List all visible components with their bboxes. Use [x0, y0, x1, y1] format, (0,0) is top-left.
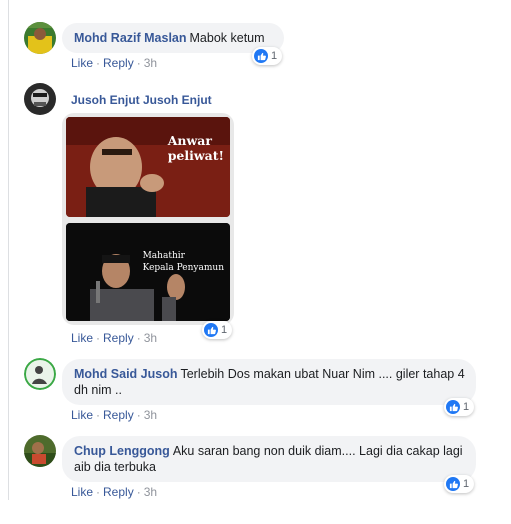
reply-link[interactable]: Reply	[103, 331, 134, 345]
thumbs-up-icon	[254, 49, 268, 63]
avatar[interactable]	[24, 83, 56, 115]
comment-author[interactable]: Mohd Razif Maslan	[74, 31, 187, 45]
like-link[interactable]: Like	[71, 485, 93, 499]
reply-link[interactable]: Reply	[103, 56, 134, 70]
thread-line	[8, 0, 9, 500]
reaction-count: 1	[221, 324, 228, 336]
reaction-badge[interactable]: 1	[202, 321, 233, 339]
comment-actions: Like · Reply · 3h	[71, 485, 158, 499]
like-link[interactable]: Like	[71, 56, 93, 70]
comment-bubble: Mohd Razif Maslan Mabok ketum	[62, 23, 284, 53]
avatar-image	[24, 22, 56, 54]
meme-panel-bottom: Mahathir Kepala Penyamun	[66, 223, 230, 321]
reaction-count: 1	[271, 50, 278, 62]
thumbs-up-icon	[446, 400, 460, 414]
reaction-badge[interactable]: 1	[444, 398, 475, 416]
timestamp[interactable]: 3h	[144, 485, 157, 499]
timestamp[interactable]: 3h	[144, 331, 157, 345]
like-link[interactable]: Like	[71, 331, 93, 345]
reaction-count: 1	[463, 401, 470, 413]
avatar-image	[24, 83, 56, 115]
comment-author[interactable]: Mohd Said Jusoh	[74, 367, 177, 381]
comment-bubble: Chup Lenggong Aku saran bang non duik dia…	[62, 436, 476, 482]
timestamp[interactable]: 3h	[144, 408, 157, 422]
reaction-badge[interactable]: 1	[252, 47, 283, 65]
reply-link[interactable]: Reply	[103, 485, 134, 499]
avatar[interactable]	[24, 435, 56, 467]
meme-panel-top: Anwar peliwat!	[66, 117, 230, 217]
reply-link[interactable]: Reply	[103, 408, 134, 422]
thumbs-up-icon	[204, 323, 218, 337]
thumbs-up-icon	[446, 477, 460, 491]
avatar-image	[24, 435, 56, 467]
avatar-image	[24, 358, 56, 390]
comment-author[interactable]: Chup Lenggong	[74, 444, 170, 458]
timestamp[interactable]: 3h	[144, 56, 157, 70]
comment-actions: Like · Reply · 3h	[71, 56, 158, 70]
comment-bubble: Mohd Said Jusoh Terlebih Dos makan ubat N…	[62, 359, 476, 405]
reaction-count: 1	[463, 478, 470, 490]
comment-text: Mabok ketum	[189, 31, 265, 45]
meme-caption-top: Anwar peliwat!	[167, 133, 224, 163]
meme-caption-bottom: Mahathir Kepala Penyamun	[142, 251, 224, 273]
reaction-badge[interactable]: 1	[444, 475, 475, 493]
avatar[interactable]	[24, 358, 56, 390]
comment-actions: Like · Reply · 3h	[71, 408, 158, 422]
avatar[interactable]	[24, 22, 56, 54]
comment-author[interactable]: Jusoh Enjut Jusoh Enjut	[71, 93, 212, 107]
like-link[interactable]: Like	[71, 408, 93, 422]
comment-actions: Like · Reply · 3h	[71, 331, 158, 345]
comment-image[interactable]: Anwar peliwat! Mahathir Kepala Penyamun	[62, 113, 234, 325]
